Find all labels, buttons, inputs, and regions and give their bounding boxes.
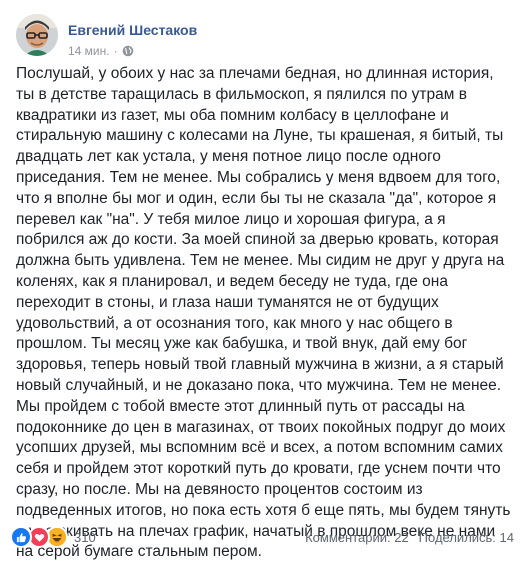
comments-count-link[interactable]: Комментарии: 22 — [305, 530, 409, 545]
reactions-summary[interactable]: 310 — [10, 526, 96, 548]
post-footer: 310 Комментарии: 22 Поделились: 14 — [10, 524, 514, 550]
globe-icon[interactable] — [122, 45, 134, 57]
post-card: Евгений Шестаков 14 мин. · Послушай, у о… — [0, 0, 530, 560]
post-timestamp[interactable]: 14 мин. — [68, 44, 110, 58]
post-meta: 14 мин. · — [68, 44, 134, 58]
reaction-count: 310 — [74, 529, 96, 545]
post-body-text: Послушай, у обоих у нас за плечами бедна… — [16, 65, 511, 561]
avatar-photo — [16, 14, 58, 56]
author-avatar[interactable] — [16, 14, 58, 56]
meta-separator: · — [113, 44, 118, 58]
like-icon — [10, 526, 32, 548]
author-name-link[interactable]: Евгений Шестаков — [68, 22, 197, 38]
shares-count-link[interactable]: Поделились: 14 — [419, 530, 514, 545]
